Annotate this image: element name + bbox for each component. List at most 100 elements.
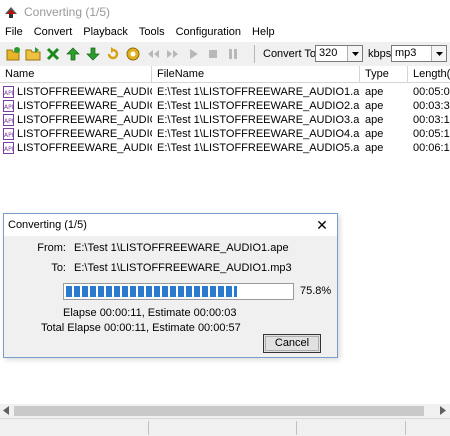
folder-icon	[25, 47, 41, 61]
move-up-button[interactable]	[64, 45, 82, 63]
progress-segment	[178, 286, 184, 297]
status-bar	[0, 418, 450, 436]
progress-segment	[90, 286, 96, 297]
settings-button[interactable]	[124, 45, 142, 63]
row-name: LISTOFFREEWARE_AUDIO3	[17, 114, 152, 126]
table-row[interactable]: APE LISTOFFREEWARE_AUDIO2 E:\Test 1\LIST…	[0, 99, 450, 113]
ape-file-icon: APE	[3, 114, 14, 126]
progress-segment	[66, 286, 72, 297]
refresh-button[interactable]	[104, 45, 122, 63]
row-type: ape	[365, 142, 384, 154]
progress-segment	[186, 286, 192, 297]
stop-button[interactable]	[204, 45, 222, 63]
svg-text:APE: APE	[4, 132, 14, 139]
svg-text:APE: APE	[4, 146, 14, 153]
format-select[interactable]: mp3	[391, 45, 447, 62]
progress-segment	[122, 286, 128, 297]
elapse-text: Elapse 00:00:11, Estimate 00:00:03	[63, 307, 237, 319]
move-down-button[interactable]	[84, 45, 102, 63]
next-button[interactable]	[164, 45, 182, 63]
status-separator	[405, 421, 406, 435]
scroll-left-icon[interactable]	[3, 406, 9, 418]
bitrate-select[interactable]: 320	[315, 45, 363, 62]
from-label: From:	[37, 242, 66, 254]
horizontal-scrollbar[interactable]	[0, 404, 450, 418]
remove-button[interactable]	[44, 45, 62, 63]
kbps-label: kbps	[368, 48, 392, 60]
status-separator	[296, 421, 297, 435]
menu-convert[interactable]: Convert	[29, 24, 79, 42]
column-length[interactable]: Length(h	[408, 66, 450, 82]
progress-segment	[210, 286, 216, 297]
table-row[interactable]: APE LISTOFFREEWARE_AUDIO5 E:\Test 1\LIST…	[0, 141, 450, 155]
progress-segment	[106, 286, 112, 297]
table-row[interactable]: APE LISTOFFREEWARE_AUDIO4 E:\Test 1\LIST…	[0, 127, 450, 141]
row-name: LISTOFFREEWARE_AUDIO1	[17, 86, 152, 98]
close-icon[interactable]: ✕	[315, 217, 329, 233]
ape-file-icon: APE	[3, 86, 14, 98]
play-button[interactable]	[184, 45, 202, 63]
row-filename: E:\Test 1\LISTOFFREEWARE_AUDIO2.ape	[157, 100, 360, 112]
progress-fill	[66, 286, 237, 297]
svg-text:APE: APE	[4, 118, 14, 125]
ape-file-icon: APE	[3, 100, 14, 112]
progress-segment	[98, 286, 104, 297]
add-file-icon	[6, 47, 20, 61]
progress-segment	[114, 286, 120, 297]
progress-segment	[170, 286, 176, 297]
ape-file-icon: APE	[3, 142, 14, 154]
add-file-button[interactable]	[4, 45, 22, 63]
menu-file[interactable]: File	[0, 24, 29, 42]
convert-to-label: Convert To:	[263, 48, 320, 60]
status-separator	[148, 421, 149, 435]
from-value: E:\Test 1\LISTOFFREEWARE_AUDIO1.ape	[74, 242, 289, 254]
cancel-button[interactable]: Cancel	[263, 334, 321, 353]
column-name[interactable]: Name	[0, 66, 152, 82]
refresh-icon	[107, 47, 119, 60]
menu-help[interactable]: Help	[247, 24, 281, 42]
row-name: LISTOFFREEWARE_AUDIO5	[17, 142, 152, 154]
progress-segment	[226, 286, 232, 297]
progress-segment	[194, 286, 200, 297]
row-length: 00:06:19.0	[413, 142, 450, 154]
menu-tools[interactable]: Tools	[134, 24, 171, 42]
add-folder-button[interactable]	[24, 45, 42, 63]
arrow-up-icon	[66, 47, 80, 61]
scroll-right-icon[interactable]	[440, 406, 446, 418]
row-filename: E:\Test 1\LISTOFFREEWARE_AUDIO5.ape	[157, 142, 360, 154]
arrow-down-icon	[86, 47, 100, 61]
pause-button[interactable]	[224, 45, 242, 63]
previous-button[interactable]	[144, 45, 162, 63]
ape-file-icon: APE	[3, 128, 14, 140]
table-row[interactable]: APE LISTOFFREEWARE_AUDIO1 E:\Test 1\LIST…	[0, 85, 450, 99]
scrollbar-thumb[interactable]	[14, 406, 424, 416]
dialog-title-bar: Converting (1/5) ✕	[4, 214, 337, 236]
progress-segment	[146, 286, 152, 297]
row-name: LISTOFFREEWARE_AUDIO4	[17, 128, 152, 140]
to-label: To:	[51, 262, 66, 274]
menu-playback[interactable]: Playback	[78, 24, 134, 42]
progress-segment	[130, 286, 136, 297]
chevron-down-icon[interactable]	[347, 46, 362, 61]
row-length: 00:05:17.0	[413, 128, 450, 140]
row-type: ape	[365, 114, 384, 126]
menu-bar: File Convert Playback Tools Configuratio…	[0, 24, 450, 42]
previous-icon	[148, 50, 159, 58]
app-icon	[5, 7, 17, 18]
chevron-down-icon[interactable]	[431, 46, 446, 61]
stop-icon	[209, 50, 217, 58]
menu-configuration[interactable]: Configuration	[171, 24, 247, 42]
gear-icon	[126, 47, 140, 61]
row-type: ape	[365, 86, 384, 98]
column-type[interactable]: Type	[360, 66, 408, 82]
row-filename: E:\Test 1\LISTOFFREEWARE_AUDIO3.ape	[157, 114, 360, 126]
to-value: E:\Test 1\LISTOFFREEWARE_AUDIO1.mp3	[74, 262, 292, 274]
svg-text:APE: APE	[4, 90, 14, 97]
toolbar-separator	[254, 45, 255, 63]
row-filename: E:\Test 1\LISTOFFREEWARE_AUDIO1.ape	[157, 86, 360, 98]
column-filename[interactable]: FileName	[152, 66, 360, 82]
progress-segment	[234, 286, 237, 297]
table-row[interactable]: APE LISTOFFREEWARE_AUDIO3 E:\Test 1\LIST…	[0, 113, 450, 127]
bitrate-value: 320	[319, 47, 338, 59]
progress-segment	[82, 286, 88, 297]
